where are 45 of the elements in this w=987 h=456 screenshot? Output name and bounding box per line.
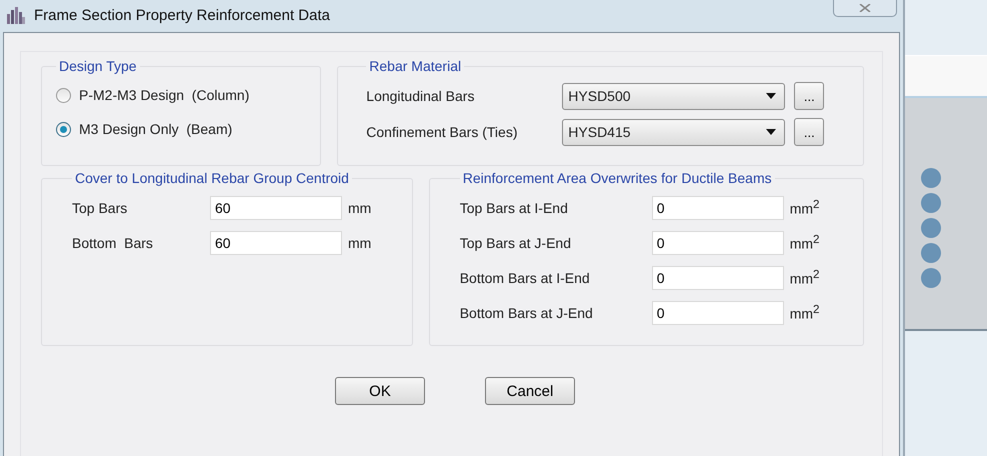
circle-icon xyxy=(921,168,941,188)
circle-icon xyxy=(921,243,941,263)
close-icon xyxy=(859,4,871,12)
group-title: Cover to Longitudinal Rebar Group Centroid xyxy=(74,170,350,186)
unit-label: mm$^{2}$ xyxy=(790,198,820,217)
input-field[interactable]: 0 xyxy=(652,230,784,254)
browse-button[interactable]: ... xyxy=(794,118,824,146)
field-label: Top Bars xyxy=(72,200,128,216)
unit-label: mm xyxy=(348,200,372,216)
group-title: Reinforcement Area Overwrites for Ductile Beams xyxy=(462,170,773,186)
close-button[interactable] xyxy=(833,0,897,17)
unit-label: mm$^{2}$ xyxy=(790,233,820,252)
field-label: Bottom Bars at I-End xyxy=(460,270,591,286)
circle-icon xyxy=(921,193,941,213)
input-field[interactable]: 0 xyxy=(652,266,784,290)
group-title: Rebar Material xyxy=(368,58,462,74)
radio-label: P-M2-M3 Design (Column) xyxy=(79,87,250,103)
browse-button[interactable]: ... xyxy=(794,82,824,110)
circle-icon xyxy=(921,218,941,238)
circle-icon xyxy=(921,268,941,288)
window-title: Frame Section Property Reinforcement Data xyxy=(34,6,330,24)
input-field[interactable]: 60 xyxy=(210,196,342,220)
input-field[interactable]: 0 xyxy=(652,196,784,220)
field-label: Bottom Bars at J-End xyxy=(460,304,594,320)
field-label: Top Bars at I-End xyxy=(460,200,569,216)
radio-button[interactable] xyxy=(56,122,71,136)
input-field[interactable]: 0 xyxy=(652,300,784,324)
material-dropdown[interactable]: HYSD415 xyxy=(562,118,786,146)
app-icon xyxy=(6,6,26,24)
unit-label: mm$^{2}$ xyxy=(790,268,820,287)
ok-button[interactable]: OK xyxy=(335,377,425,405)
unit-label: mm$^{2}$ xyxy=(790,303,820,322)
radio-button[interactable] xyxy=(56,88,71,102)
radio-label: M3 Design Only (Beam) xyxy=(79,121,232,137)
field-label: Bottom Bars xyxy=(72,234,154,250)
field-label: Longitudinal Bars xyxy=(366,88,476,104)
group-title: Design Type xyxy=(58,58,138,74)
cancel-button[interactable]: Cancel xyxy=(485,377,575,405)
input-field[interactable]: 60 xyxy=(210,230,342,254)
field-label: Top Bars at J-End xyxy=(460,234,572,250)
field-label: Confinement Bars (Ties) xyxy=(366,124,518,140)
unit-label: mm xyxy=(348,234,372,250)
dropdown-arrow-icon xyxy=(766,93,776,99)
material-dropdown[interactable]: HYSD500 xyxy=(562,82,786,110)
dropdown-arrow-icon xyxy=(766,129,776,135)
